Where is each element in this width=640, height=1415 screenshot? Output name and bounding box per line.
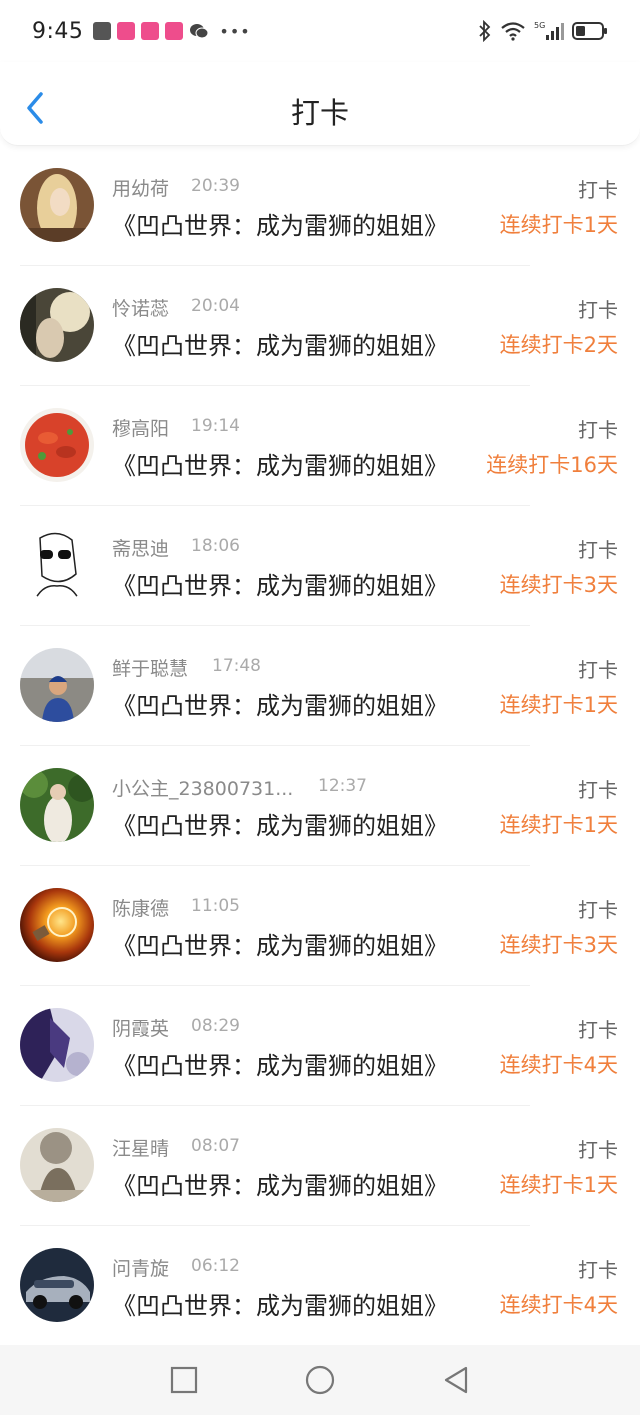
- back-nav-button[interactable]: [436, 1360, 476, 1400]
- user-name: 斋思迪: [112, 538, 170, 560]
- notification-icons: •••: [93, 22, 250, 41]
- list-item[interactable]: 小公主_23800731... 12:37 《凹凸世界：成为雷狮的姐姐》 打卡 …: [0, 746, 640, 866]
- avatar[interactable]: [20, 888, 94, 962]
- circle-icon: [305, 1365, 335, 1395]
- book-title[interactable]: 《凹凸世界：成为雷狮的姐姐》: [112, 926, 448, 961]
- list-item[interactable]: 怜诺蕊 20:04 《凹凸世界：成为雷狮的姐姐》 打卡 连续打卡2天: [0, 266, 640, 386]
- checkin-time: 20:39: [191, 176, 240, 196]
- app-notification-icon: [141, 22, 160, 40]
- checkin-label: 打卡: [578, 298, 618, 322]
- user-name: 小公主_23800731...: [112, 778, 294, 800]
- system-nav-bar: [0, 1345, 640, 1415]
- checkin-time: 06:12: [191, 1256, 240, 1276]
- user-name: 陈康德: [112, 898, 170, 920]
- app-notification-icon: [117, 22, 136, 40]
- streak-badge: 连续打卡1天: [499, 213, 618, 237]
- checkin-label: 打卡: [578, 898, 618, 922]
- network-type-label: 5G: [534, 21, 545, 30]
- streak-badge: 连续打卡1天: [499, 1173, 618, 1197]
- checkin-label: 打卡: [578, 1138, 618, 1162]
- streak-badge: 连续打卡3天: [499, 933, 618, 957]
- checkin-time: 18:06: [191, 536, 240, 556]
- list-item[interactable]: 汪星晴 08:07 《凹凸世界：成为雷狮的姐姐》 打卡 连续打卡1天: [0, 1106, 640, 1226]
- user-name: 阴霞英: [112, 1018, 170, 1040]
- checkin-label: 打卡: [578, 418, 618, 442]
- list-item[interactable]: 阴霞英 08:29 《凹凸世界：成为雷狮的姐姐》 打卡 连续打卡4天: [0, 986, 640, 1106]
- book-title[interactable]: 《凹凸世界：成为雷狮的姐姐》: [112, 206, 448, 241]
- app-notification-icon: [93, 22, 112, 40]
- checkin-label: 打卡: [578, 1018, 618, 1042]
- checkin-time: 08:07: [191, 1136, 240, 1156]
- avatar[interactable]: [20, 768, 94, 842]
- checkin-time: 19:14: [191, 416, 240, 436]
- user-name: 问青旋: [112, 1258, 170, 1280]
- wechat-icon: [190, 24, 209, 39]
- avatar[interactable]: [20, 1248, 94, 1322]
- book-title[interactable]: 《凹凸世界：成为雷狮的姐姐》: [112, 806, 448, 841]
- triangle-left-icon: [444, 1366, 468, 1394]
- app-notification-icon: [165, 22, 184, 40]
- avatar[interactable]: [20, 528, 94, 602]
- book-title[interactable]: 《凹凸世界：成为雷狮的姐姐》: [112, 566, 448, 601]
- user-name: 鲜于聪慧: [112, 658, 189, 680]
- book-title[interactable]: 《凹凸世界：成为雷狮的姐姐》: [112, 446, 448, 481]
- checkin-label: 打卡: [578, 178, 618, 202]
- checkin-time: 08:29: [191, 1016, 240, 1036]
- avatar[interactable]: [20, 648, 94, 722]
- more-notifications-icon: •••: [219, 21, 251, 41]
- book-title[interactable]: 《凹凸世界：成为雷狮的姐姐》: [112, 326, 448, 361]
- app-header: 打卡: [0, 62, 640, 146]
- recent-apps-button[interactable]: [164, 1360, 204, 1400]
- streak-badge: 连续打卡1天: [499, 813, 618, 837]
- streak-badge: 连续打卡4天: [499, 1293, 618, 1317]
- checkin-label: 打卡: [578, 658, 618, 682]
- square-icon: [170, 1366, 198, 1394]
- avatar[interactable]: [20, 408, 94, 482]
- avatar[interactable]: [20, 1128, 94, 1202]
- checkin-list: 用幼荷 20:39 《凹凸世界：成为雷狮的姐姐》 打卡 连续打卡1天 怜诺蕊 2…: [0, 146, 640, 1346]
- bluetooth-icon: [479, 20, 491, 42]
- list-item[interactable]: 穆高阳 19:14 《凹凸世界：成为雷狮的姐姐》 打卡 连续打卡16天: [0, 386, 640, 506]
- checkin-label: 打卡: [578, 778, 618, 802]
- book-title[interactable]: 《凹凸世界：成为雷狮的姐姐》: [112, 1286, 448, 1321]
- system-status-icons: 5G: [478, 20, 608, 42]
- checkin-time: 17:48: [212, 656, 261, 676]
- home-button[interactable]: [300, 1360, 340, 1400]
- checkin-time: 12:37: [318, 776, 367, 796]
- avatar[interactable]: [20, 168, 94, 242]
- checkin-time: 20:04: [191, 296, 240, 316]
- avatar[interactable]: [20, 288, 94, 362]
- streak-badge: 连续打卡3天: [499, 573, 618, 597]
- user-name: 穆高阳: [112, 418, 170, 440]
- user-name: 怜诺蕊: [112, 298, 170, 320]
- streak-badge: 连续打卡4天: [499, 1053, 618, 1077]
- status-time: 9:45: [32, 18, 84, 44]
- checkin-label: 打卡: [578, 538, 618, 562]
- user-name: 用幼荷: [112, 178, 170, 200]
- avatar[interactable]: [20, 1008, 94, 1082]
- book-title[interactable]: 《凹凸世界：成为雷狮的姐姐》: [112, 1166, 448, 1201]
- streak-badge: 连续打卡16天: [486, 453, 618, 477]
- checkin-time: 11:05: [191, 896, 240, 916]
- page-title: 打卡: [290, 96, 349, 130]
- wifi-icon: [501, 22, 525, 41]
- list-item[interactable]: 陈康德 11:05 《凹凸世界：成为雷狮的姐姐》 打卡 连续打卡3天: [0, 866, 640, 986]
- list-item[interactable]: 鲜于聪慧 17:48 《凹凸世界：成为雷狮的姐姐》 打卡 连续打卡1天: [0, 626, 640, 746]
- book-title[interactable]: 《凹凸世界：成为雷狮的姐姐》: [112, 1046, 448, 1081]
- list-item[interactable]: 用幼荷 20:39 《凹凸世界：成为雷狮的姐姐》 打卡 连续打卡1天: [0, 146, 640, 266]
- list-item[interactable]: 问青旋 06:12 《凹凸世界：成为雷狮的姐姐》 打卡 连续打卡4天: [0, 1226, 640, 1346]
- signal-5g-icon: 5G: [534, 21, 564, 40]
- checkin-label: 打卡: [578, 1258, 618, 1282]
- list-item[interactable]: 斋思迪 18:06 《凹凸世界：成为雷狮的姐姐》 打卡 连续打卡3天: [0, 506, 640, 626]
- streak-badge: 连续打卡1天: [499, 693, 618, 717]
- streak-badge: 连续打卡2天: [499, 333, 618, 357]
- user-name: 汪星晴: [112, 1138, 170, 1160]
- book-title[interactable]: 《凹凸世界：成为雷狮的姐姐》: [112, 686, 448, 721]
- battery-icon: [572, 22, 607, 40]
- status-bar: 9:45 ••• 5G: [0, 0, 640, 62]
